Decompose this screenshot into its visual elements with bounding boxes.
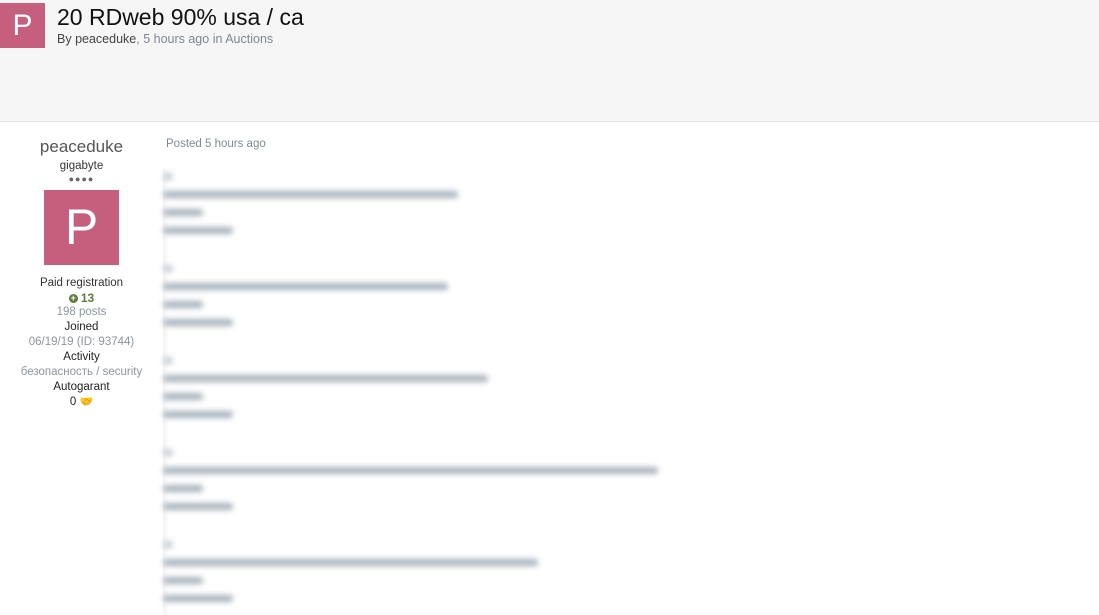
blurred-line [163,467,658,474]
autogarant-value: 0 [69,396,77,408]
posted-time: Posted 5 hours ago [166,138,266,150]
blurred-line [163,393,203,400]
author-avatar-small[interactable]: P [0,3,45,48]
post-count: 198 posts [56,306,107,318]
blurred-line [163,301,203,308]
blurred-line [163,485,203,492]
blurred-line [163,577,203,584]
blurred-line [163,449,173,456]
blurred-entry [163,173,458,245]
blurred-entry [163,265,448,337]
blurred-line [163,227,233,234]
byline-prefix: By [57,32,76,46]
reputation-value: 13 [80,291,95,305]
blurred-line [163,411,233,418]
reputation-badge[interactable]: +13 [0,291,163,305]
blurred-line [163,173,173,180]
post-area: Posted 5 hours ago [163,123,1099,615]
autogarant-row: 0 🤝 [0,395,163,410]
joined-label: Joined [64,321,99,333]
plus-circle-icon: + [68,293,78,304]
topic-byline: By peaceduke, 5 hours ago in Auctions [57,32,273,46]
author-panel: peaceduke gigabyte ●●●● P Paid registrat… [0,123,163,410]
post-body-blurred [163,169,1099,615]
rank-pips-icon: ●●●● [68,174,95,184]
byline-author-link[interactable]: peaceduke [75,32,136,46]
blurred-line [163,375,488,382]
handshake-icon: 🤝 [79,396,94,408]
author-name-link[interactable]: peaceduke [0,137,163,157]
blurred-line [163,283,448,290]
forum-link[interactable]: Auctions [225,32,273,46]
author-rank: gigabyte [59,160,104,172]
byline-in: in [209,32,226,46]
blurred-line [163,265,173,272]
blurred-entry [163,541,538,613]
blurred-entry [163,449,658,521]
blurred-entry [163,357,488,429]
blurred-line [163,595,233,602]
byline-time: 5 hours ago [143,32,210,46]
blurred-line [163,503,233,510]
joined-value: 06/19/19 (ID: 93744) [28,336,135,348]
topic-title: 20 RDweb 90% usa / ca [57,4,304,30]
activity-value: безопасность / security [20,366,143,378]
topic-header: P 20 RDweb 90% usa / ca By peaceduke, 5 … [0,0,1099,122]
blurred-line [163,319,233,326]
blurred-line [163,559,538,566]
blurred-line [163,541,173,548]
member-group: Paid registration [39,277,124,289]
blurred-line [163,357,173,364]
blurred-line [163,191,458,198]
autogarant-label: Autogarant [53,381,110,393]
activity-label: Activity [63,351,100,363]
author-avatar[interactable]: P [44,190,119,265]
blurred-line [163,209,203,216]
